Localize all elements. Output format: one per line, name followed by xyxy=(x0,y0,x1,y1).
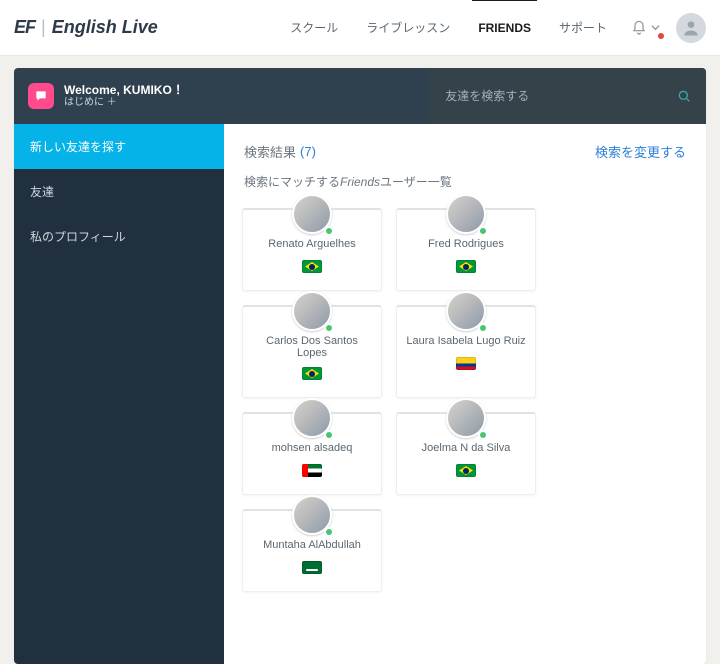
friend-card[interactable]: Joelma N da Silva xyxy=(396,412,536,495)
friend-avatar xyxy=(446,291,486,331)
search-input[interactable] xyxy=(443,88,668,104)
flag-icon xyxy=(302,367,322,380)
online-dot-icon xyxy=(324,430,334,440)
friend-flag xyxy=(302,561,322,577)
brand-separator: | xyxy=(41,17,46,38)
nav-school[interactable]: スクール xyxy=(276,0,352,56)
flag-icon xyxy=(456,464,476,477)
notifications-button[interactable] xyxy=(621,19,670,37)
content: 検索結果 (7) 検索を変更する 検索にマッチするFriendsユーザー一覧 R… xyxy=(224,124,706,664)
sidebar-item-my-profile[interactable]: 私のプロフィール xyxy=(14,214,224,259)
friend-card[interactable]: Muntaha AlAbdullah xyxy=(242,509,382,592)
person-icon xyxy=(681,18,701,38)
friend-avatar xyxy=(446,398,486,438)
chat-icon xyxy=(28,83,54,109)
welcome-subtitle: はじめに ＋ xyxy=(64,97,187,109)
friend-flag xyxy=(302,464,322,480)
results-label: 検索結果 xyxy=(244,142,296,161)
sidebar: 新しい友達を探す 友達 私のプロフィール xyxy=(14,124,224,664)
friend-card[interactable]: Laura Isabela Lugo Ruiz xyxy=(396,305,536,398)
brand-mark: EF xyxy=(14,17,35,38)
sidebar-item-find-friends[interactable]: 新しい友達を探す xyxy=(14,124,224,169)
modify-search-link[interactable]: 検索を変更する xyxy=(595,142,686,161)
welcome-title: Welcome, KUMIKO ！ xyxy=(64,83,187,97)
nav-friends[interactable]: FRIENDS xyxy=(464,0,545,56)
flag-icon xyxy=(456,260,476,273)
friend-flag xyxy=(456,464,476,480)
nav-live-lesson[interactable]: ライブレッスン xyxy=(352,0,464,56)
friend-avatar xyxy=(292,495,332,535)
online-dot-icon xyxy=(478,323,488,333)
online-dot-icon xyxy=(324,527,334,537)
top-nav: スクール ライブレッスン FRIENDS サポート xyxy=(276,0,621,56)
friend-name: Carlos Dos Santos Lopes xyxy=(251,335,373,359)
friend-avatar xyxy=(292,291,332,331)
friend-avatar xyxy=(292,398,332,438)
friend-flag xyxy=(302,260,322,276)
friend-card[interactable]: mohsen alsadeq xyxy=(242,412,382,495)
friend-flag xyxy=(302,367,322,383)
friend-card[interactable]: Carlos Dos Santos Lopes xyxy=(242,305,382,398)
welcome-block[interactable]: Welcome, KUMIKO ！ はじめに ＋ xyxy=(14,68,429,124)
profile-avatar[interactable] xyxy=(676,13,706,43)
flag-icon xyxy=(302,464,322,477)
welcome-bar: Welcome, KUMIKO ！ はじめに ＋ xyxy=(14,68,706,124)
brand-text: English Live xyxy=(52,17,158,38)
flag-icon xyxy=(302,561,322,574)
friend-avatar xyxy=(446,194,486,234)
friend-flag xyxy=(456,260,476,276)
flag-icon xyxy=(302,260,322,273)
nav-support[interactable]: サポート xyxy=(545,0,621,56)
friend-name: mohsen alsadeq xyxy=(272,442,353,456)
online-dot-icon xyxy=(478,226,488,236)
friend-name: Muntaha AlAbdullah xyxy=(263,539,361,553)
search-bar[interactable] xyxy=(429,68,706,124)
notification-dot-icon xyxy=(658,33,664,39)
sidebar-item-friends[interactable]: 友達 xyxy=(14,169,224,214)
brand-logo[interactable]: EF | English Live xyxy=(14,17,158,38)
chevron-down-icon xyxy=(651,23,660,32)
header: EF | English Live スクール ライブレッスン FRIENDS サ… xyxy=(0,0,720,56)
online-dot-icon xyxy=(324,323,334,333)
friend-name: Renato Arguelhes xyxy=(268,238,355,252)
friend-cards: Renato Arguelhes Fred Rodrigues Carlos Dos… xyxy=(242,208,688,592)
online-dot-icon xyxy=(478,430,488,440)
bell-icon xyxy=(631,19,647,37)
online-dot-icon xyxy=(324,226,334,236)
results-subtext: 検索にマッチするFriendsユーザー一覧 xyxy=(244,173,686,190)
flag-icon xyxy=(456,357,476,370)
friend-name: Fred Rodrigues xyxy=(428,238,504,252)
friend-name: Joelma N da Silva xyxy=(422,442,511,456)
friend-name: Laura Isabela Lugo Ruiz xyxy=(406,335,525,349)
friend-card[interactable]: Renato Arguelhes xyxy=(242,208,382,291)
results-count: (7) xyxy=(300,144,316,159)
friend-avatar xyxy=(292,194,332,234)
friend-card[interactable]: Fred Rodrigues xyxy=(396,208,536,291)
search-icon xyxy=(676,88,692,104)
friend-flag xyxy=(456,357,476,373)
